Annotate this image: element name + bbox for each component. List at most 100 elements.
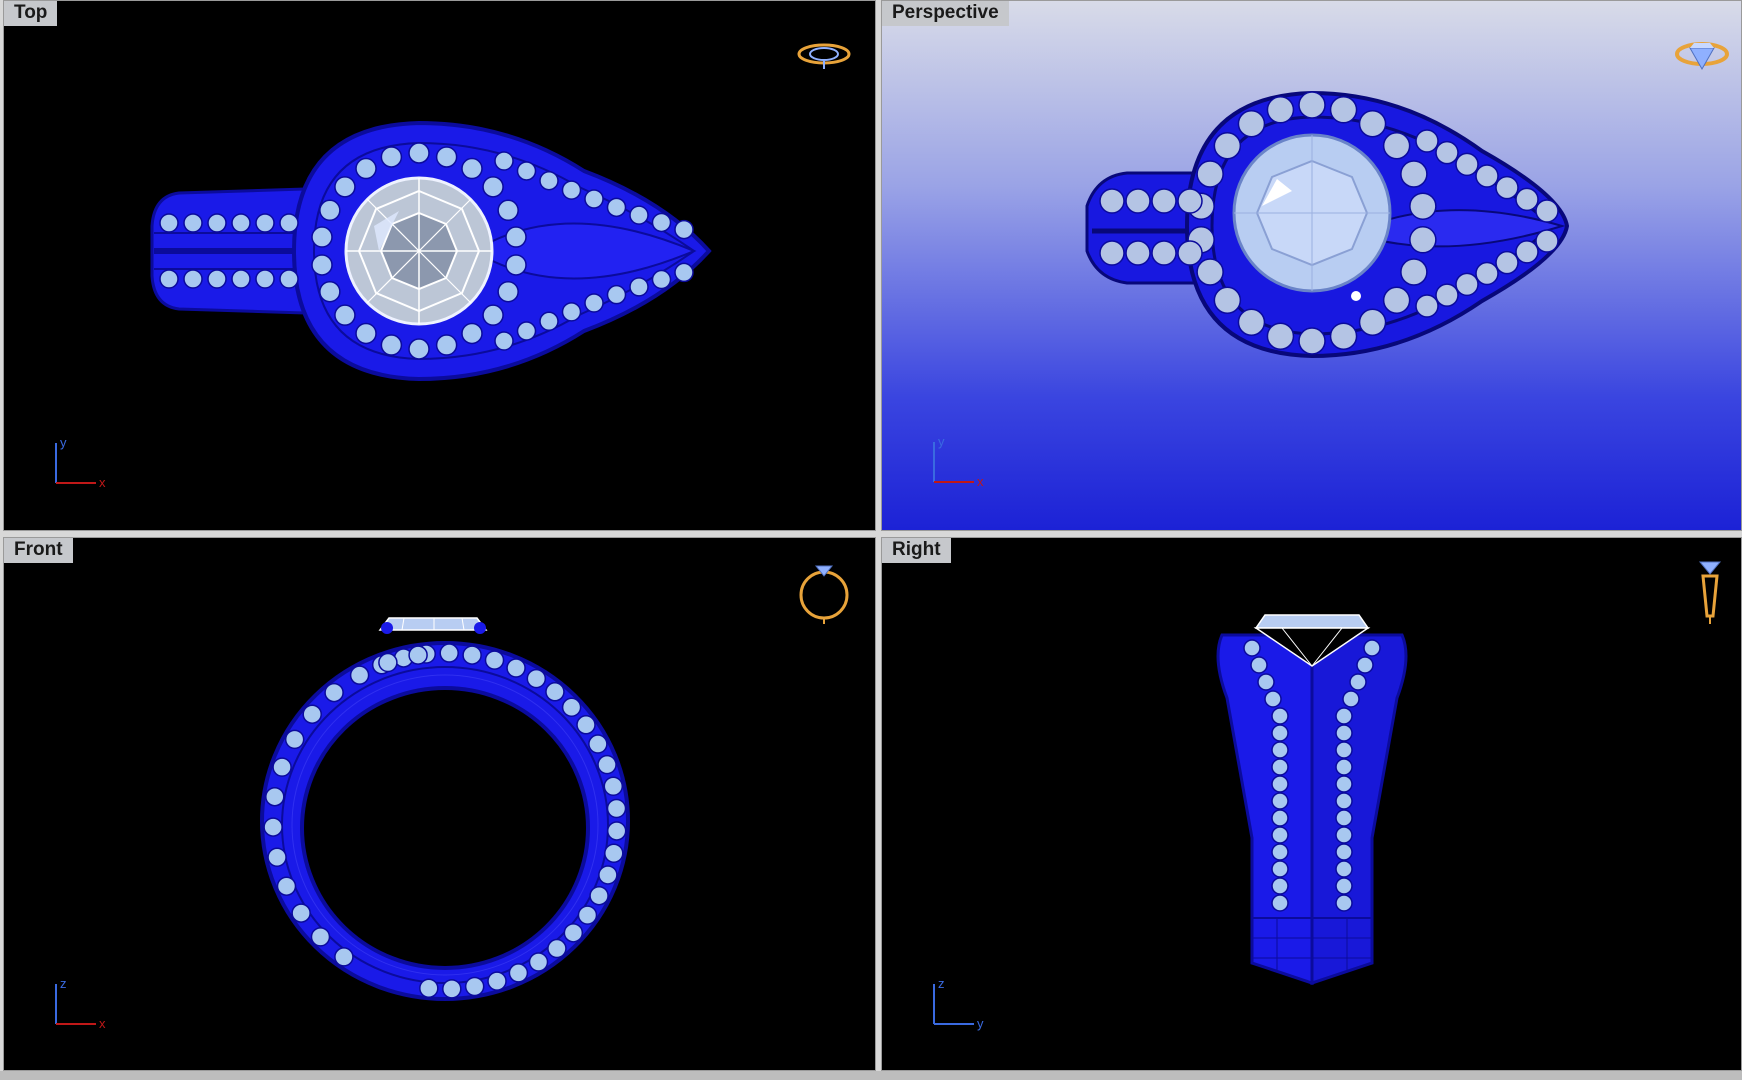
axis-label-h: x [99,475,106,490]
melee-stone [1335,860,1353,878]
melee-stone [561,180,582,200]
melee-stone [563,923,584,943]
melee-stone [1358,109,1387,138]
melee-stone [487,971,507,991]
melee-stone [462,645,482,665]
melee-stone [1409,226,1437,254]
center-stone-top [344,176,494,326]
melee-stone [461,322,483,345]
melee-stone [528,952,549,972]
top-view-canvas: y x [55,43,851,490]
melee-stone [1177,188,1203,214]
melee-stone [1237,308,1266,337]
melee-stone [1271,826,1289,844]
axis-label-v: z [938,976,945,991]
melee-stone [1264,690,1282,708]
melee-stone [1335,758,1353,776]
melee-stone [311,254,333,276]
melee-stone [355,157,377,180]
melee-stone [482,304,504,326]
melee-stone [1266,96,1295,124]
ring-front-gizmo-icon [799,565,849,624]
melee-stone [497,199,519,222]
melee-stone [1335,741,1353,759]
melee-stone [1329,322,1358,350]
viewport-right[interactable]: Right z y [881,537,1742,1071]
melee-stone [183,213,203,233]
viewport-top[interactable]: Top y x [3,0,876,531]
melee-stone [497,280,519,303]
melee-stone [255,213,275,233]
melee-stone [545,682,565,702]
melee-stone [1266,322,1295,350]
melee-stone [1335,826,1353,844]
melee-stone [1535,199,1559,223]
melee-stone [1535,229,1559,253]
melee-stone [276,876,297,896]
melee-stone [1349,673,1367,691]
melee-stone [1335,724,1353,742]
melee-stone [505,226,527,248]
melee-stone [606,284,627,305]
melee-stone [1243,639,1261,657]
melee-stone [1271,877,1289,895]
viewport-label-top[interactable]: Top [4,1,58,26]
melee-stone [464,976,485,997]
melee-stone [1099,240,1125,266]
axis-label-v: y [60,435,67,450]
melee-stone [419,978,439,999]
melee-stone [302,704,322,724]
melee-stone [1358,308,1387,337]
center-stone-front [378,617,488,634]
melee-stone [1271,707,1289,725]
viewport-label-perspective[interactable]: Perspective [882,1,1009,26]
melee-stone [1435,283,1459,307]
melee-stone [435,334,458,356]
melee-stone [516,161,537,181]
melee-stone [1298,327,1326,355]
melee-stone [629,277,649,297]
melee-stone [584,293,604,313]
melee-stone [1356,656,1374,674]
melee-stone [539,170,559,191]
melee-stone [1335,894,1353,912]
melee-stone [1400,160,1428,188]
melee-stone [1213,131,1242,160]
viewport-label-right[interactable]: Right [882,538,951,563]
viewport-front[interactable]: Front z x [3,537,876,1071]
melee-stone [408,142,430,164]
melee-stone [526,668,547,689]
melee-stone [561,302,582,322]
ring-band-right [1216,633,1408,986]
melee-stone [1495,175,1519,200]
melee-stone [263,817,283,837]
axis-label-v: y [938,434,945,449]
viewport-perspective[interactable]: Perspective y x [881,0,1742,531]
melee-stone [355,322,377,345]
melee-stone [1196,258,1224,286]
melee-stone [1237,109,1266,138]
melee-stone [1475,164,1499,188]
melee-stone [1271,792,1289,810]
melee-stone [651,269,672,290]
melee-stone [494,331,514,351]
melee-stone [604,843,624,863]
melee-stone [442,979,462,999]
melee-stone [606,798,627,819]
melee-stone [349,665,370,685]
status-strip [0,1071,1742,1080]
melee-stone [561,697,582,718]
axis-indicator-right: z y [933,976,984,1031]
melee-stone [651,212,672,233]
melee-stone [516,321,537,341]
melee-stone [1213,286,1242,315]
viewport-label-front[interactable]: Front [4,538,73,563]
melee-stone [674,219,694,240]
melee-stone [1382,286,1411,315]
melee-stone [1515,187,1539,212]
ring-shank-top [150,187,306,315]
melee-stone [1363,639,1381,657]
melee-stone [539,311,559,332]
melee-stone [1415,294,1439,318]
axis-label-h: x [99,1016,106,1031]
